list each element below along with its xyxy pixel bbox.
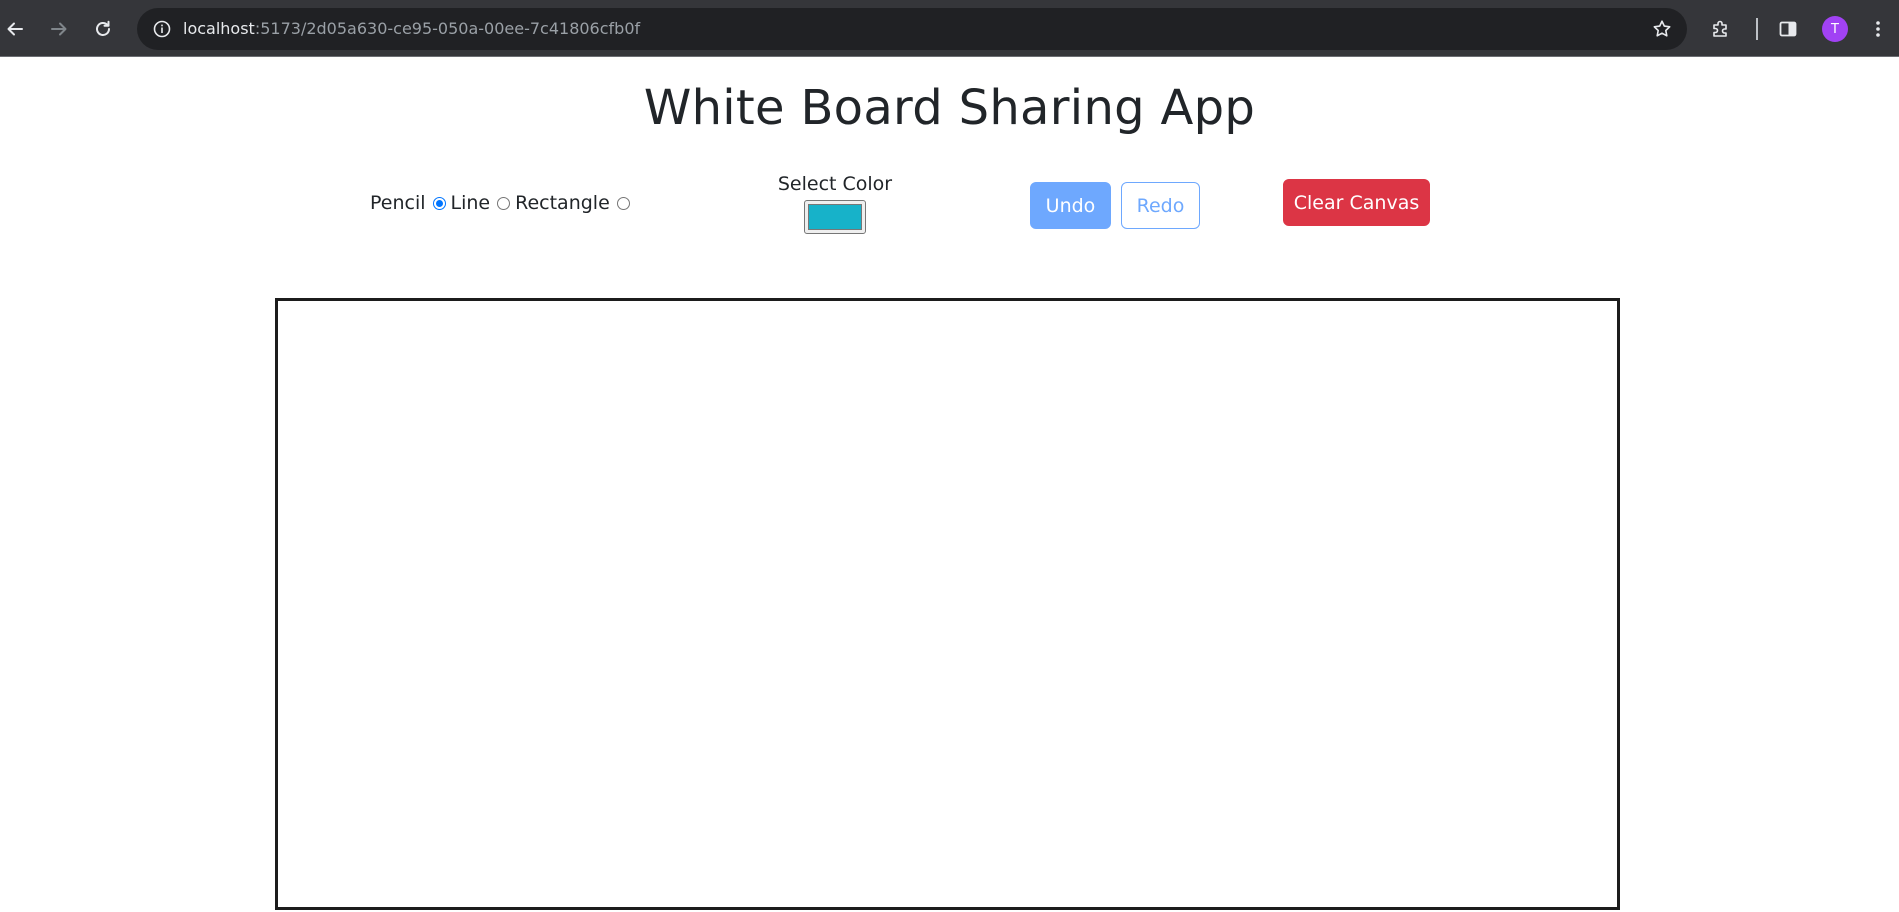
url-text: localhost:5173/2d05a630-ce95-050a-00ee-7…: [183, 8, 640, 50]
tool-rectangle-radio[interactable]: [616, 196, 630, 210]
tool-line-label: Line: [450, 192, 491, 214]
drawing-tool-selector: Pencil Line Rectangle: [370, 188, 635, 218]
color-picker-group: Select Color: [770, 170, 900, 238]
forward-button[interactable]: [41, 11, 77, 47]
whiteboard-canvas[interactable]: [275, 298, 1620, 910]
url-host: localhost: [183, 19, 255, 38]
address-bar[interactable]: localhost:5173/2d05a630-ce95-050a-00ee-7…: [137, 8, 1687, 50]
color-picker-label: Select Color: [777, 173, 893, 195]
tool-line-radio[interactable]: [497, 196, 511, 210]
arrow-left-icon: [7, 22, 23, 36]
side-panel-button[interactable]: [1770, 11, 1806, 47]
tool-pencil-radio[interactable]: [432, 196, 446, 210]
arrow-right-icon: [51, 22, 67, 36]
profile-avatar[interactable]: T: [1822, 16, 1848, 42]
puzzle-icon: [1713, 20, 1727, 37]
redo-button[interactable]: Redo: [1121, 182, 1200, 229]
extensions-button[interactable]: [1703, 11, 1739, 47]
clear-canvas-button[interactable]: Clear Canvas: [1283, 179, 1430, 226]
kebab-menu-icon: [1876, 21, 1880, 37]
color-picker-input[interactable]: [804, 200, 866, 234]
url-path: :5173/2d05a630-ce95-050a-00ee-7c41806cfb…: [254, 19, 641, 38]
reload-button[interactable]: [85, 11, 121, 47]
undo-button[interactable]: Undo: [1030, 182, 1111, 229]
tool-rectangle-label: Rectangle: [515, 192, 610, 214]
browser-menu-button[interactable]: [1860, 11, 1896, 47]
info-icon: [153, 20, 171, 38]
reload-icon: [96, 20, 110, 36]
tool-pencil-label: Pencil: [370, 192, 426, 214]
site-info-button[interactable]: [147, 14, 177, 44]
star-icon: [1653, 20, 1671, 37]
toolbar-divider: [1756, 18, 1758, 40]
browser-toolbar: localhost:5173/2d05a630-ce95-050a-00ee-7…: [0, 0, 1899, 57]
color-swatch: [808, 204, 862, 230]
side-panel-icon: [1779, 21, 1797, 37]
bookmark-button[interactable]: [1647, 14, 1677, 44]
page-title: White Board Sharing App: [643, 80, 1256, 136]
back-button[interactable]: [0, 11, 33, 47]
